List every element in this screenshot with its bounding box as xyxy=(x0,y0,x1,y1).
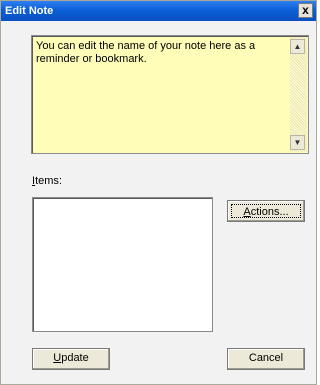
update-button[interactable]: Update xyxy=(32,348,110,370)
actions-label: ctions... xyxy=(250,206,289,218)
cancel-label: Cancel xyxy=(248,352,284,364)
items-label: Items: xyxy=(32,175,62,187)
edit-note-dialog: Edit Note x You can edit the name of you… xyxy=(0,0,317,385)
update-access-key: U xyxy=(53,352,62,364)
title-bar[interactable]: Edit Note x xyxy=(1,1,316,21)
dialog-title: Edit Note xyxy=(5,5,54,17)
close-button[interactable]: x xyxy=(298,3,313,18)
update-label: pdate xyxy=(61,352,89,364)
items-listbox[interactable] xyxy=(32,197,213,332)
scroll-up-button[interactable]: ▲ xyxy=(290,39,305,54)
scroll-down-button[interactable]: ▼ xyxy=(290,135,305,150)
scroll-down-icon: ▼ xyxy=(293,138,302,147)
items-label-text: tems: xyxy=(35,175,62,187)
actions-button[interactable]: Actions... xyxy=(227,200,305,222)
note-scrollbar[interactable]: ▲ ▼ xyxy=(290,37,307,152)
note-textarea[interactable]: You can edit the name of your note here … xyxy=(31,35,309,154)
focus-rectangle: Actions... xyxy=(231,204,301,218)
actions-access-key: A xyxy=(243,206,251,218)
cancel-button[interactable]: Cancel xyxy=(227,348,305,370)
scroll-up-icon: ▲ xyxy=(293,42,302,51)
note-text: You can edit the name of your note here … xyxy=(36,40,256,65)
close-icon: x xyxy=(302,3,309,17)
